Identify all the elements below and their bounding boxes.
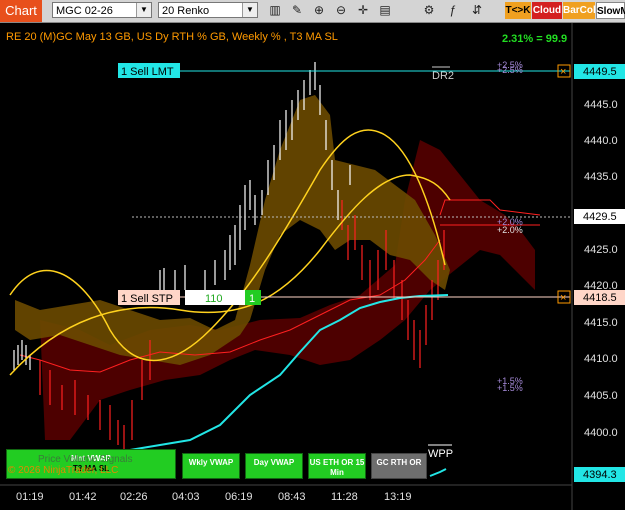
stp-qty: 110	[205, 293, 223, 305]
time-tick: 01:42	[69, 491, 97, 503]
strategy-icon[interactable]: ⚙	[420, 2, 438, 19]
time-tick: 02:26	[120, 491, 148, 503]
price-tick: 4415.0	[584, 317, 618, 329]
dr2-label: DR2	[432, 70, 454, 82]
chart-trader-icon[interactable]: ⇵	[468, 2, 486, 19]
time-tick: 13:19	[384, 491, 412, 503]
time-tick: 06:19	[225, 491, 253, 503]
us-eth-or-button[interactable]: US ETH OR 15 Min	[308, 453, 366, 479]
wpp-label: WPP	[428, 448, 453, 460]
chevron-down-icon[interactable]: ▼	[136, 3, 151, 17]
zoom-out-icon[interactable]: ⊖	[332, 2, 350, 19]
tk-toggle[interactable]: T<>K	[505, 2, 531, 19]
price-tick: 4405.0	[584, 390, 618, 402]
slowm-toggle[interactable]: SlowM	[596, 2, 625, 19]
barcol-toggle[interactable]: BarCol	[563, 2, 596, 19]
pct-label-plus25-dup: +2.5%	[497, 65, 523, 75]
time-tick: 08:43	[278, 491, 306, 503]
crosshair-icon[interactable]: ✛	[354, 2, 372, 19]
price-tick: 4440.0	[584, 135, 618, 147]
zoom-in-icon[interactable]: ⊕	[310, 2, 328, 19]
wkly-vwap-button[interactable]: Wkly VWAP	[182, 453, 240, 479]
sell-stp-label: 1 Sell STP	[121, 293, 173, 305]
cloud-toggle[interactable]: Cloud	[532, 2, 562, 19]
bar-type-value: 20 Renko	[162, 5, 210, 17]
watermark: Price Volume Signals	[38, 454, 133, 465]
copyright: © 2026 NinjaTrader, LLC	[8, 465, 119, 476]
instrument-selector[interactable]: MGC 02-26 ▼	[52, 2, 152, 18]
day-vwap-button[interactable]: Day VWAP	[245, 453, 303, 479]
bar-type-selector[interactable]: 20 Renko ▼	[158, 2, 258, 18]
bar-style-icon[interactable]: ▥	[266, 2, 284, 19]
price-tick: 4445.0	[584, 99, 618, 111]
pct-label-plus15-dup: +1.5%	[497, 383, 523, 393]
price-tag-stp-value: 4418.5	[583, 292, 617, 304]
time-tick: 04:03	[172, 491, 200, 503]
close-icon[interactable]: ×	[560, 292, 566, 304]
close-icon[interactable]: ×	[560, 66, 566, 78]
chart-tab[interactable]: Chart	[0, 0, 42, 22]
pct-readout: 2.31% = 99.9	[502, 33, 567, 45]
price-tag-lmt-value: 4449.5	[583, 66, 617, 78]
pct-label-plus20-dup: +2.0%	[497, 225, 523, 235]
price-chart[interactable]: 1 Sell LMT × 1 Sell STP 110 1 × RE 20 (M…	[0, 23, 625, 510]
chevron-down-icon[interactable]: ▼	[242, 3, 257, 17]
instrument-value: MGC 02-26	[56, 5, 113, 17]
price-tick: 4400.0	[584, 427, 618, 439]
chart-header: RE 20 (M)GC May 13 GB, US Dy RTH % GB, W…	[6, 31, 338, 43]
drawing-tool-icon[interactable]: ✎	[288, 2, 306, 19]
price-tag-last-value: 4429.5	[583, 211, 617, 223]
stp-count: 1	[249, 293, 255, 305]
price-tick: 4425.0	[584, 244, 618, 256]
indicator-icon[interactable]: ƒ	[444, 2, 462, 19]
price-tick: 4410.0	[584, 353, 618, 365]
properties-icon[interactable]: ▤	[376, 2, 394, 19]
price-tick: 4435.0	[584, 171, 618, 183]
price-tag-bottom-value: 4394.3	[583, 469, 617, 481]
time-tick: 11:28	[331, 491, 358, 503]
chart-toolbar: Chart MGC 02-26 ▼ 20 Renko ▼ ▥ ✎ ⊕ ⊖ ✛ ▤…	[0, 0, 625, 23]
time-tick: 01:19	[16, 491, 44, 503]
gc-rth-or-button[interactable]: GC RTH OR	[371, 453, 427, 479]
sell-lmt-label: 1 Sell LMT	[121, 66, 174, 78]
